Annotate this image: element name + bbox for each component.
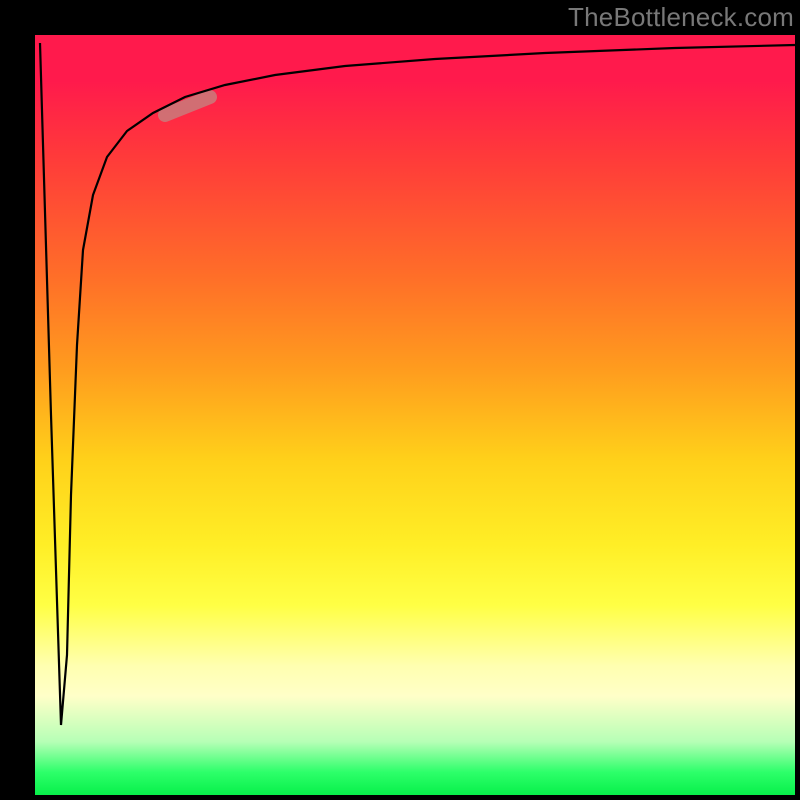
watermark-text: TheBottleneck.com — [568, 2, 794, 33]
curve-highlight-segment — [165, 97, 210, 115]
chart-container: TheBottleneck.com — [0, 0, 800, 800]
bottleneck-curve-line — [40, 43, 795, 725]
chart-plot-area — [35, 35, 795, 795]
